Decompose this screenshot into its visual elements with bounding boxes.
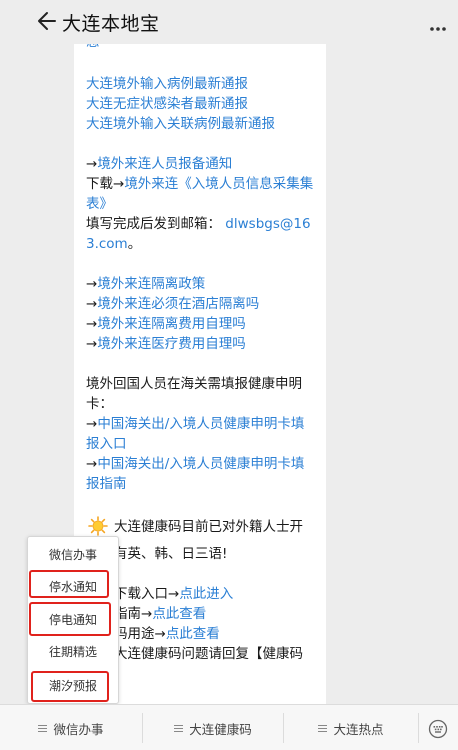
back-arrow-icon[interactable]	[36, 10, 56, 32]
customs-text-cont: 卡：	[86, 396, 113, 412]
link-hotel-quarantine[interactable]: 境外来连必须在酒店隔离吗	[97, 296, 259, 312]
link-healthcode-guide[interactable]: 点此查看	[152, 606, 206, 622]
link-medical-cost[interactable]: 境外来连医疗费用自理吗	[97, 336, 246, 352]
link-customs-entry[interactable]: 中国海关出/入境人员健康申明卡填	[97, 416, 304, 432]
more-options-icon[interactable]	[430, 26, 446, 32]
menu-lines-icon	[174, 724, 184, 732]
customs-link-2-line: →中国海关出/入境人员健康申明卡填	[86, 456, 305, 472]
menu-item-wechat-services[interactable]: 微信办事	[28, 543, 118, 567]
link-healthcode-usage[interactable]: 点此查看	[166, 626, 220, 642]
link-report-notice[interactable]: 境外来连人员报备通知	[97, 156, 232, 172]
healthcode-line-4: 指南→点此查看	[114, 606, 207, 622]
email-link[interactable]: dlwsbgs@16	[225, 216, 310, 232]
link-healthcode-download[interactable]: 点此进入	[179, 586, 233, 602]
tab-dalian-hot[interactable]: 大连热点	[284, 705, 418, 750]
highlight-box-power	[29, 602, 111, 636]
bottom-menu-bar: 微信办事 大连健康码 大连热点	[0, 704, 458, 750]
top-bar: 大连本地宝	[0, 0, 458, 44]
menu-item-past-picks[interactable]: 往期精选	[28, 640, 118, 664]
link-info-form-cont[interactable]: 表》	[86, 194, 113, 214]
link-info-form[interactable]: 境外来连《入境人员信息采集集	[124, 176, 313, 192]
healthcode-line-6: 大连健康码问题请回复【健康码	[114, 646, 303, 662]
policy-line-1: →境外来连隔离政策	[86, 276, 206, 292]
email-line: 填写完成后发到邮箱： dlwsbgs@16	[86, 216, 311, 232]
policy-line-3: →境外来连隔离费用自理吗	[86, 316, 246, 332]
menu-lines-icon	[318, 724, 328, 732]
keyboard-icon[interactable]	[428, 719, 448, 739]
download-line: 下载→境外来连《入境人员信息采集集	[86, 176, 314, 192]
email-link-cont[interactable]: 3.com	[86, 236, 128, 252]
menu-lines-icon	[38, 724, 48, 732]
policy-line-2: →境外来连必须在酒店隔离吗	[86, 296, 260, 312]
customs-text: 境外回国人员在海关需填报健康申明	[86, 376, 302, 392]
text-fragment: 态	[86, 44, 100, 52]
link-quarantine-policy[interactable]: 境外来连隔离政策	[97, 276, 205, 292]
highlight-box-water	[29, 570, 109, 598]
sun-emoji-icon	[88, 516, 108, 536]
page-title: 大连本地宝	[62, 13, 160, 35]
link-related-cases[interactable]: 大连境外输入关联病例最新通报	[86, 114, 275, 134]
link-quarantine-cost[interactable]: 境外来连隔离费用自理吗	[97, 316, 246, 332]
report-notice-line: →境外来连人员报备通知	[86, 156, 233, 172]
email-line-cont: 3.com。	[86, 236, 142, 252]
healthcode-line-3: 下载入口→点此进入	[114, 586, 234, 602]
healthcode-line-1: 大连健康码目前已对外籍人士开	[114, 519, 303, 535]
link-customs-guide[interactable]: 中国海关出/入境人员健康申明卡填	[97, 456, 304, 472]
tab-wechat-services[interactable]: 微信办事	[0, 705, 142, 750]
link-asymptomatic[interactable]: 大连无症状感染者最新通报	[86, 94, 248, 114]
link-import-cases[interactable]: 大连境外输入病例最新通报	[86, 74, 248, 94]
link-customs-guide-cont[interactable]: 报指南	[86, 474, 127, 494]
policy-line-4: →境外来连医疗费用自理吗	[86, 336, 246, 352]
link-customs-entry-cont[interactable]: 报入口	[86, 434, 127, 454]
healthcode-line-5: 码用途→点此查看	[114, 626, 220, 642]
highlight-box-tide	[31, 671, 109, 702]
healthcode-line-2: 有英、韩、日三语!	[114, 546, 228, 562]
tab-dalian-healthcode[interactable]: 大连健康码	[143, 705, 283, 750]
customs-link-1-line: →中国海关出/入境人员健康申明卡填	[86, 416, 305, 432]
tab-divider	[418, 713, 419, 743]
